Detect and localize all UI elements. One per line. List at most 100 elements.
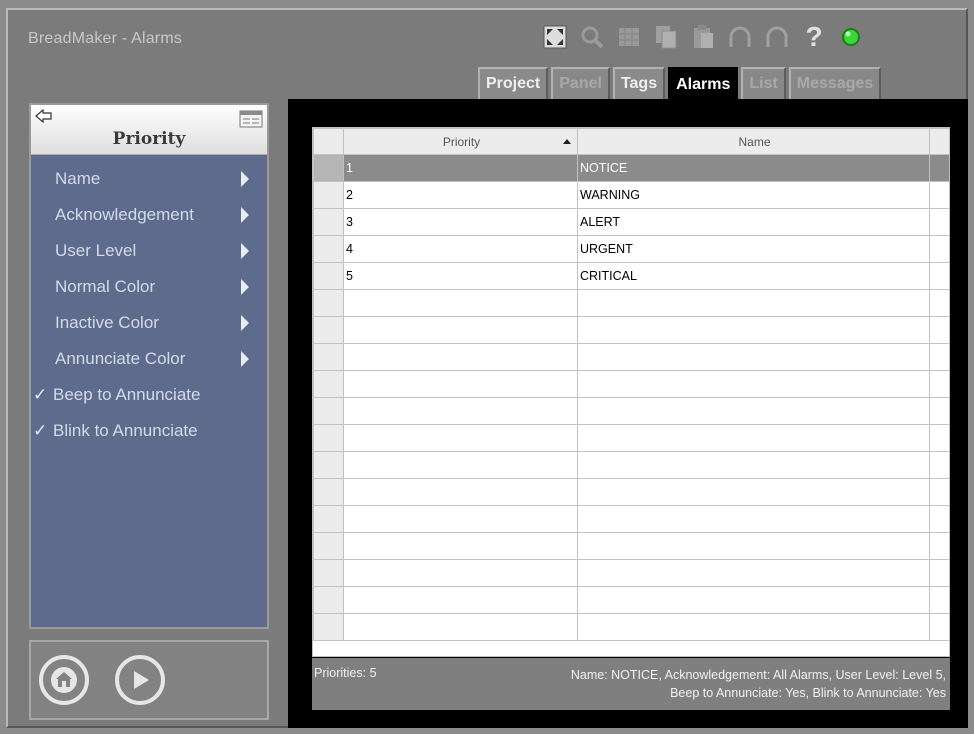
column-header-name[interactable]: Name — [577, 128, 930, 155]
table-row[interactable]: 2 WARNING — [313, 181, 949, 209]
cell-priority[interactable] — [343, 505, 578, 533]
cell-name[interactable]: URGENT — [577, 235, 930, 263]
back-arrow-icon[interactable] — [35, 108, 53, 128]
cell-priority[interactable] — [343, 316, 578, 344]
menu-item-normal-color[interactable]: Normal Color — [31, 269, 267, 305]
table-row[interactable] — [313, 451, 949, 479]
row-header-cell[interactable] — [313, 235, 344, 263]
row-header-cell[interactable] — [313, 559, 344, 587]
table-row[interactable] — [313, 505, 949, 533]
row-header-cell[interactable] — [313, 343, 344, 371]
menu-item-name[interactable]: Name — [31, 161, 267, 197]
tab-tags[interactable]: Tags — [612, 67, 666, 99]
table-row[interactable] — [313, 316, 949, 344]
row-header-cell[interactable] — [313, 532, 344, 560]
undo-icon[interactable] — [725, 22, 755, 52]
cell-priority[interactable] — [343, 370, 578, 398]
menu-item-acknowledgement[interactable]: Acknowledgement — [31, 197, 267, 233]
cell-name[interactable]: CRITICAL — [577, 262, 930, 290]
cell-name[interactable] — [577, 370, 930, 398]
cell-name[interactable] — [577, 559, 930, 587]
cell-priority[interactable]: 2 — [343, 181, 578, 209]
tab-project[interactable]: Project — [478, 67, 549, 99]
cell-name[interactable] — [577, 532, 930, 560]
cell-name[interactable]: NOTICE — [577, 154, 930, 182]
copy-icon[interactable] — [651, 22, 681, 52]
menu-item-beep-to-annunciate[interactable]: ✓ Beep to Annunciate — [31, 377, 267, 413]
row-header-cell[interactable] — [313, 208, 344, 236]
row-header-cell[interactable] — [313, 505, 344, 533]
menu-item-annunciate-color[interactable]: Annunciate Color — [31, 341, 267, 377]
row-header-cell[interactable] — [313, 262, 344, 290]
cell-priority[interactable] — [343, 343, 578, 371]
row-header-cell[interactable] — [313, 154, 344, 182]
table-row[interactable] — [313, 397, 949, 425]
cell-priority[interactable]: 5 — [343, 262, 578, 290]
cell-priority[interactable] — [343, 289, 578, 317]
row-header-cell[interactable] — [313, 424, 344, 452]
cell-priority[interactable] — [343, 424, 578, 452]
column-header-priority[interactable]: Priority — [343, 128, 578, 155]
cell-priority[interactable]: 4 — [343, 235, 578, 263]
cell-name[interactable] — [577, 316, 930, 344]
row-header-cell[interactable] — [313, 451, 344, 479]
tab-alarms[interactable]: Alarms — [668, 67, 739, 101]
help-icon[interactable]: ? — [799, 21, 829, 52]
cell-name[interactable] — [577, 343, 930, 371]
paste-icon[interactable] — [688, 22, 718, 52]
cell-priority[interactable] — [343, 397, 578, 425]
table-row[interactable] — [313, 532, 949, 560]
cell-name[interactable] — [577, 397, 930, 425]
row-header-cell[interactable] — [313, 316, 344, 344]
table-row[interactable]: 4 URGENT — [313, 235, 949, 263]
grid-icon[interactable] — [614, 22, 644, 52]
tab-messages[interactable]: Messages — [788, 67, 882, 99]
row-header-cell[interactable] — [313, 613, 344, 641]
table-row[interactable] — [313, 424, 949, 452]
table-row[interactable]: 1 NOTICE — [313, 154, 949, 182]
cell-name[interactable] — [577, 478, 930, 506]
tab-panel[interactable]: Panel — [551, 67, 610, 99]
cell-priority[interactable] — [343, 559, 578, 587]
table-row[interactable] — [313, 613, 949, 641]
menu-item-inactive-color[interactable]: Inactive Color — [31, 305, 267, 341]
table-row[interactable]: 3 ALERT — [313, 208, 949, 236]
cell-name[interactable] — [577, 505, 930, 533]
fullscreen-icon[interactable] — [540, 22, 570, 52]
table-row[interactable] — [313, 559, 949, 587]
cell-name[interactable] — [577, 586, 930, 614]
cell-name[interactable] — [577, 289, 930, 317]
table-row[interactable] — [313, 289, 949, 317]
cell-priority[interactable] — [343, 586, 578, 614]
redo-icon[interactable] — [762, 22, 792, 52]
cell-priority[interactable] — [343, 451, 578, 479]
cell-priority[interactable] — [343, 478, 578, 506]
cell-name[interactable] — [577, 613, 930, 641]
row-header-cell[interactable] — [313, 397, 344, 425]
table-row[interactable]: 5 CRITICAL — [313, 262, 949, 290]
row-header-cell[interactable] — [313, 289, 344, 317]
cell-name[interactable] — [577, 451, 930, 479]
table-row[interactable] — [313, 343, 949, 371]
row-header-cell[interactable] — [313, 586, 344, 614]
cell-name[interactable]: ALERT — [577, 208, 930, 236]
tab-list[interactable]: List — [741, 67, 786, 99]
cell-priority[interactable] — [343, 532, 578, 560]
cell-name[interactable] — [577, 424, 930, 452]
cell-priority[interactable]: 1 — [343, 154, 578, 182]
table-row[interactable] — [313, 370, 949, 398]
row-header-cell[interactable] — [313, 478, 344, 506]
menu-item-blink-to-annunciate[interactable]: ✓ Blink to Annunciate — [31, 413, 267, 449]
home-button[interactable] — [39, 655, 89, 705]
row-header-cell[interactable] — [313, 181, 344, 209]
play-button[interactable] — [115, 655, 165, 705]
row-header-cell[interactable] — [313, 370, 344, 398]
cell-priority[interactable] — [343, 613, 578, 641]
menu-item-user-level[interactable]: User Level — [31, 233, 267, 269]
table-row[interactable] — [313, 586, 949, 614]
toolbar: ? — [540, 18, 873, 56]
cell-name[interactable]: WARNING — [577, 181, 930, 209]
search-icon[interactable] — [577, 22, 607, 52]
table-row[interactable] — [313, 478, 949, 506]
cell-priority[interactable]: 3 — [343, 208, 578, 236]
